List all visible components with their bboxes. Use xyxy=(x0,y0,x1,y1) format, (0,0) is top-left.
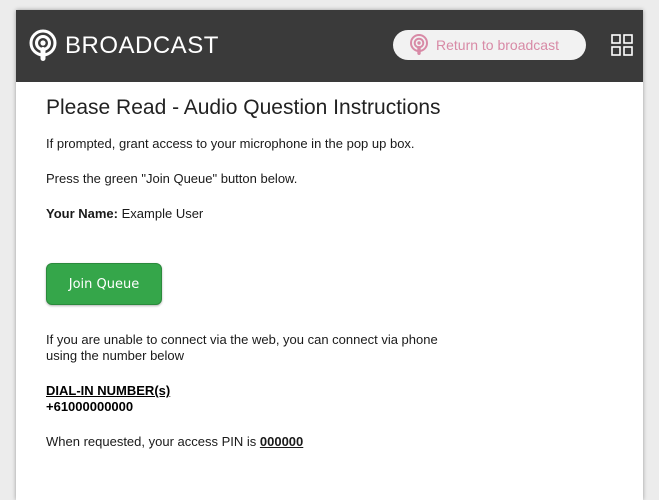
podcast-icon xyxy=(410,34,428,55)
pin-text: When requested, your access PIN is xyxy=(46,434,257,449)
pin-value: 000000 xyxy=(259,434,304,449)
dial-in-number: +61000000000 xyxy=(46,399,134,414)
name-value: Example User xyxy=(121,206,204,221)
dial-in-heading: DIAL-IN NUMBER(s) xyxy=(46,383,171,398)
podcast-icon xyxy=(29,29,57,61)
return-to-broadcast-button[interactable]: Return to broadcast xyxy=(393,30,586,60)
broadcast-window: BROADCAST Return to broadcast Please Rea… xyxy=(16,10,643,500)
pin-row: When requested, your access PIN is 00000… xyxy=(46,434,643,449)
join-queue-button[interactable]: Join Queue xyxy=(46,263,162,305)
name-label: Your Name: xyxy=(46,206,118,221)
brand-title: BROADCAST xyxy=(65,32,219,59)
return-button-label: Return to broadcast xyxy=(436,37,559,53)
user-name-row: Your Name: Example User xyxy=(46,206,643,221)
header-bar: BROADCAST Return to broadcast xyxy=(16,10,643,82)
phone-info: If you are unable to connect via the web… xyxy=(46,332,438,363)
instructions-content: Please Read - Audio Question Instruction… xyxy=(16,96,643,449)
instruction-microphone: If prompted, grant access to your microp… xyxy=(46,136,415,151)
page-title: Please Read - Audio Question Instruction… xyxy=(46,96,441,119)
fullscreen-icon[interactable] xyxy=(611,34,633,56)
instruction-join: Press the green "Join Queue" button belo… xyxy=(46,171,298,186)
